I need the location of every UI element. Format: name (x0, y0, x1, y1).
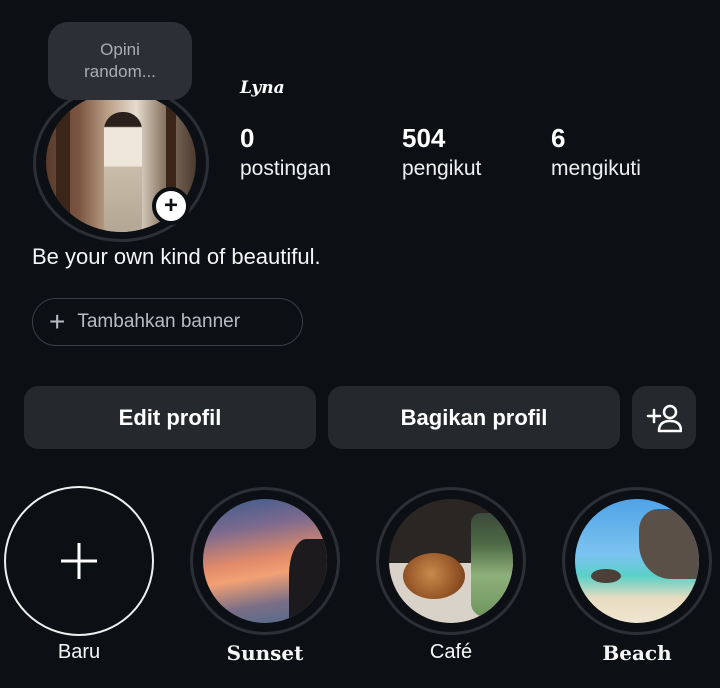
profile-page: + Opini random... Lyna 0 postingan 504 p… (0, 0, 720, 688)
stat-followers[interactable]: 504 pengikut (402, 122, 481, 184)
note-line-2: random... (84, 62, 156, 81)
new-highlight-label: Baru (57, 641, 101, 663)
note-bubble[interactable]: Opini random... (48, 22, 192, 100)
stat-followers-count: 504 (402, 123, 446, 153)
highlight-cafe[interactable]: Café (376, 487, 526, 687)
add-person-icon (646, 404, 682, 432)
highlight-cafe-image (389, 499, 513, 623)
highlight-sunset[interactable]: Sunset (190, 487, 340, 687)
stat-posts-count: 0 (240, 123, 255, 153)
stat-following-count: 6 (551, 123, 566, 153)
add-story-icon[interactable]: + (152, 187, 190, 225)
username: Lyna (240, 78, 285, 98)
stat-followers-label: pengikut (402, 157, 482, 180)
new-highlight-button[interactable] (4, 486, 154, 636)
highlight-label: Beach (602, 641, 672, 665)
add-banner-button[interactable]: + Tambahkan banner (32, 298, 303, 346)
stat-following-label: mengikuti (551, 157, 641, 180)
stat-posts-label: postingan (240, 157, 332, 180)
stat-posts[interactable]: 0 postingan (240, 122, 331, 184)
bio: Be your own kind of beautiful. (32, 244, 321, 269)
highlight-beach-image (575, 499, 699, 623)
stat-following[interactable]: 6 mengikuti (551, 122, 641, 184)
highlight-beach[interactable]: Beach (562, 487, 712, 687)
add-friend-button[interactable] (632, 386, 696, 449)
edit-profile-label: Edit profil (118, 404, 222, 430)
highlight-label: Sunset (226, 641, 304, 665)
plus-icon (61, 543, 97, 579)
highlight-label: Café (429, 641, 473, 663)
edit-profile-button[interactable]: Edit profil (24, 386, 316, 449)
plus-icon: + (49, 306, 66, 337)
highlight-sunset-image (203, 499, 327, 623)
add-banner-label: Tambahkan banner (77, 311, 241, 332)
share-profile-label: Bagikan profil (400, 404, 548, 430)
share-profile-button[interactable]: Bagikan profil (328, 386, 620, 449)
note-line-1: Opini (100, 40, 140, 59)
